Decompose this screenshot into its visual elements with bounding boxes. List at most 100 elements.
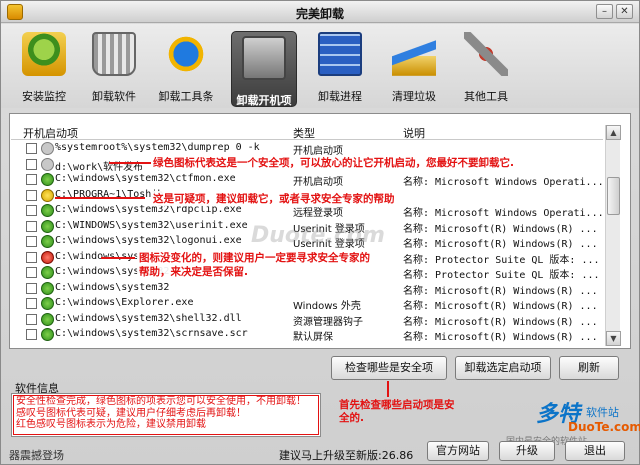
table-row[interactable]: C:\windows\system32\ctfmon.exe 开机启动项 名称: M… xyxy=(11,172,605,188)
row-command: %systemroot%\system32\dumprep 0 -k xyxy=(55,142,260,153)
row-checkbox[interactable] xyxy=(26,313,37,325)
row-command: C:\windows\system32\scrnsave.scr xyxy=(55,328,248,339)
info-line: 红色感叹号图标表示为危险，建议禁用卸载 xyxy=(16,419,206,430)
exit-button[interactable]: 退出 xyxy=(565,441,625,461)
row-checkbox[interactable] xyxy=(26,158,37,170)
logo-url: DuoTe.com xyxy=(568,420,640,434)
tool-label: 安装监控 xyxy=(22,90,66,103)
process-icon xyxy=(318,32,362,76)
list-scrollbar[interactable]: ▲ ▼ xyxy=(605,125,621,346)
tool-uninstall-toolbar[interactable]: 卸载工具条 xyxy=(153,32,219,106)
col-header-name[interactable]: 开机启动项 xyxy=(23,125,78,141)
program-icon xyxy=(41,142,54,155)
refresh-button[interactable]: 刷新 xyxy=(559,356,619,380)
safe-check-icon xyxy=(41,312,54,326)
row-type: 默认屏保 xyxy=(293,332,333,343)
scroll-down-arrow-icon[interactable]: ▼ xyxy=(606,331,621,346)
safe-check-icon xyxy=(41,266,54,279)
duote-logo: 多特 软件站 DuoTe.com 国内最安全的软件站 xyxy=(506,396,640,447)
annotation-arrow xyxy=(55,197,145,199)
annotation-arrow xyxy=(109,162,151,164)
tool-label: 其他工具 xyxy=(464,90,508,103)
row-type: 开机启动项 xyxy=(293,177,343,188)
upgrade-hint: 建议马上升级至新版:26.86 xyxy=(279,449,414,462)
program-icon xyxy=(41,157,54,171)
row-checkbox[interactable] xyxy=(26,189,37,201)
scroll-up-arrow-icon[interactable]: ▲ xyxy=(606,125,621,140)
table-row[interactable]: C:\windows\system32 名称: Protector Suite Q… xyxy=(11,265,605,281)
tool-label: 卸载开机项 xyxy=(236,94,292,107)
col-header-type[interactable]: 类型 xyxy=(293,125,315,141)
minimize-button[interactable]: – xyxy=(596,4,613,19)
annotation-arrow xyxy=(101,257,135,259)
tool-uninstall-startup[interactable]: 卸载开机项 xyxy=(231,31,297,107)
tool-label: 卸载进程 xyxy=(318,90,362,103)
logo-small: 软件站 xyxy=(586,406,619,419)
row-checkbox[interactable] xyxy=(26,267,37,278)
tool-other-tools[interactable]: 其他工具 xyxy=(453,32,519,106)
safe-check-icon xyxy=(41,235,54,248)
window-controls: – ✕ xyxy=(596,4,633,19)
safe-check-icon xyxy=(41,297,54,310)
annotation-danger-1: 图标没变化的，则建议用户一定要寻求安全专家的 xyxy=(137,250,372,265)
tool-label: 卸载工具条 xyxy=(158,90,214,103)
tool-uninstall-process[interactable]: 卸载进程 xyxy=(307,32,373,106)
row-command: C:\windows\system32 xyxy=(55,281,170,293)
row-type: 远程登录项 xyxy=(293,208,343,219)
row-checkbox[interactable] xyxy=(26,143,37,154)
info-box: 安全性检查完成，绿色图标的项表示您可以安全使用，不用卸载！ 感叹号图标代表可疑，… xyxy=(11,393,321,437)
status-left: 器震撼登场 xyxy=(9,449,64,462)
check-safe-button[interactable]: 检查哪些是安全项 xyxy=(331,356,447,380)
row-desc: 名称: Protector Suite QL 版本: ... xyxy=(403,270,600,281)
info-line: 安全性检查完成，绿色图标的项表示您可以安全使用，不用卸载！ xyxy=(16,396,306,407)
tool-label: 卸载软件 xyxy=(92,90,136,103)
title-bar[interactable]: 完美卸载 – ✕ xyxy=(1,1,639,23)
tool-install-monitor[interactable]: 安装监控 xyxy=(11,32,77,106)
annotation-arrow xyxy=(387,381,389,397)
safe-check-icon xyxy=(41,281,54,295)
col-header-desc[interactable]: 说明 xyxy=(403,125,425,141)
table-row[interactable]: C:\windows\system32\shell32.dll 资源管理器钩子 名称… xyxy=(11,312,605,328)
scroll-thumb[interactable] xyxy=(607,177,620,215)
row-desc: 名称: Microsoft(R) Windows(R) ... xyxy=(403,301,598,312)
tool-clean-junk[interactable]: 清理垃圾 xyxy=(381,32,447,106)
annotation-danger-2: 帮助，来决定是否保留. xyxy=(137,264,250,279)
tool-uninstall-software[interactable]: 卸载软件 xyxy=(81,32,147,106)
upgrade-button[interactable]: 升级 xyxy=(499,441,555,461)
annotation-safe: 绿色图标代表这是一个安全项，可以放心的让它开机启动，您最好不要卸载它. xyxy=(151,155,516,170)
uninstall-selected-button[interactable]: 卸载选定启动项 xyxy=(455,356,551,380)
row-checkbox[interactable] xyxy=(26,220,37,232)
row-checkbox[interactable] xyxy=(26,236,37,247)
main-window: 完美卸载 – ✕ 安装监控 卸载软件 卸载工具条 卸载开机项 卸载进程 清理垃圾… xyxy=(0,0,640,465)
row-checkbox[interactable] xyxy=(26,329,37,340)
startup-computer-icon xyxy=(242,36,286,80)
tool-label: 清理垃圾 xyxy=(392,90,436,103)
window-title: 完美卸载 xyxy=(295,7,344,21)
warning-icon xyxy=(41,188,54,202)
row-checkbox[interactable] xyxy=(26,205,37,216)
row-desc: 名称: Microsoft(R) Windows(R) ... xyxy=(403,316,598,328)
row-checkbox[interactable] xyxy=(26,298,37,309)
safe-check-icon xyxy=(41,219,54,233)
row-desc: 名称: Microsoft Windows Operati... xyxy=(403,208,603,219)
table-row[interactable]: C:\windows\system32\scrnsave.scr 默认屏保 名称: … xyxy=(11,327,605,343)
row-checkbox[interactable] xyxy=(26,251,37,263)
annotation-check-first: 首先检查哪些启动项是安全的. xyxy=(339,399,455,424)
table-row[interactable]: C:\windows\system32 名称: Microsoft(R) Wind… xyxy=(11,281,605,297)
ie-toolbar-icon xyxy=(164,32,208,76)
row-checkbox[interactable] xyxy=(26,282,37,294)
safe-check-icon xyxy=(41,328,54,341)
row-desc: 名称: Microsoft(R) Windows(R) ... xyxy=(403,239,598,250)
row-desc: 名称: Microsoft(R) Windows(R) ... xyxy=(403,285,598,297)
table-row[interactable]: C:\windows\Explorer.exe Windows 外壳 名称: Mic… xyxy=(11,296,605,312)
install-monitor-icon xyxy=(22,32,66,76)
safe-check-icon xyxy=(41,204,54,217)
tools-icon xyxy=(464,32,508,76)
close-button[interactable]: ✕ xyxy=(616,4,633,19)
row-type: Windows 外壳 xyxy=(293,301,361,312)
danger-icon xyxy=(41,250,54,264)
row-type: 资源管理器钩子 xyxy=(293,316,363,328)
website-button[interactable]: 官方网站 xyxy=(427,441,489,461)
row-checkbox[interactable] xyxy=(26,174,37,185)
row-desc: 名称: Microsoft(R) Windows(R) ... xyxy=(403,223,598,235)
